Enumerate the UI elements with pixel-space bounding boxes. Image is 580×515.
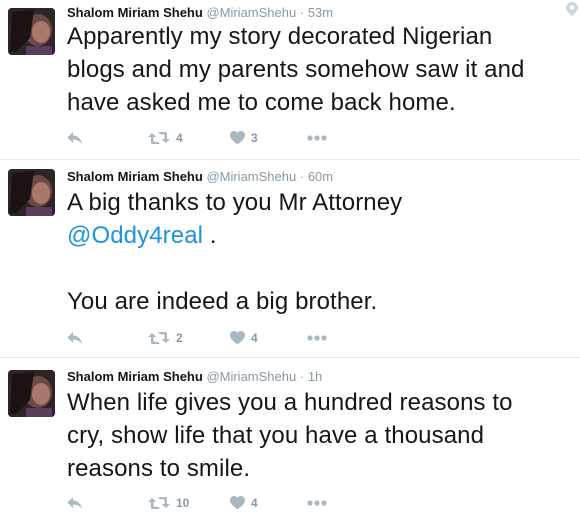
more-dots-icon [307, 335, 327, 341]
retweet-count: 4 [176, 131, 183, 145]
tweet[interactable]: Shalom Miriam Shehu @MiriamShehu · 1h Wh… [0, 358, 580, 515]
reply-icon [67, 497, 82, 509]
tweet-text-line: When life gives you a hundred reasons to [67, 389, 513, 416]
like-count: 4 [251, 496, 258, 510]
tweet-text-line: cry, show life that you have a thousand [67, 422, 485, 449]
like-button[interactable]: 3 [230, 128, 258, 148]
separator-dot: · [299, 169, 305, 184]
tweet-text-line: have asked me to come back home. [67, 89, 456, 116]
username[interactable]: @MiriamShehu [206, 5, 296, 20]
retweet-button[interactable]: 2 [148, 328, 183, 348]
avatar[interactable] [8, 370, 55, 417]
tweet-text: When life gives you a hundred reasons to… [67, 386, 570, 485]
reply-icon [67, 332, 82, 344]
retweet-icon [148, 497, 170, 509]
retweet-button[interactable]: 10 [148, 493, 189, 513]
username[interactable]: @MiriamShehu [206, 169, 296, 184]
more-button[interactable] [307, 128, 327, 148]
more-button[interactable] [307, 328, 327, 348]
tweet-text-fragment: . [203, 222, 217, 249]
timestamp[interactable]: 53m [308, 5, 333, 20]
tweet-text-line: A big thanks to you Mr Attorney [67, 189, 403, 216]
avatar[interactable] [8, 169, 55, 216]
retweet-icon [148, 132, 170, 144]
tweet-text-line: Apparently my story decorated Nigerian [67, 23, 493, 50]
tweet[interactable]: Shalom Miriam Shehu @MiriamShehu · 53m A… [0, 0, 580, 160]
fullname[interactable]: Shalom Miriam Shehu [67, 5, 203, 20]
like-button[interactable]: 4 [230, 328, 258, 348]
heart-icon [230, 331, 245, 345]
avatar[interactable] [8, 8, 55, 55]
retweet-count: 2 [176, 331, 183, 345]
tweet-text-line: reasons to smile. [67, 455, 251, 482]
tweet-actions: 10 4 [67, 493, 367, 513]
like-button[interactable]: 4 [230, 493, 258, 513]
separator-dot: · [299, 369, 305, 384]
tweet-actions: 2 4 [67, 328, 367, 348]
tweet-text: A big thanks to you Mr Attorney @Oddy4re… [67, 186, 570, 318]
tweet-text-line: @Oddy4real . [67, 219, 570, 252]
heart-icon [230, 131, 245, 145]
fullname[interactable]: Shalom Miriam Shehu [67, 369, 203, 384]
mention-link[interactable]: @Oddy4real [67, 222, 203, 249]
reply-icon [67, 132, 82, 144]
fullname[interactable]: Shalom Miriam Shehu [67, 169, 203, 184]
tweet-text-blank-line [67, 252, 570, 285]
reply-button[interactable] [67, 128, 83, 148]
more-dots-icon [307, 135, 327, 141]
tweet-actions: 4 3 [67, 128, 367, 148]
tweet-header: Shalom Miriam Shehu @MiriamShehu · 1h [67, 368, 570, 386]
location-pin-icon[interactable] [566, 2, 578, 16]
reply-button[interactable] [67, 328, 83, 348]
reply-button[interactable] [67, 493, 83, 513]
tweet-text: Apparently my story decorated Nigerian b… [67, 20, 570, 119]
timestamp[interactable]: 1h [308, 369, 322, 384]
like-count: 3 [251, 131, 258, 145]
tweet[interactable]: Shalom Miriam Shehu @MiriamShehu · 60m A… [0, 160, 580, 358]
retweet-icon [148, 332, 170, 344]
tweet-header: Shalom Miriam Shehu @MiriamShehu · 60m [67, 168, 570, 186]
retweet-button[interactable]: 4 [148, 128, 183, 148]
separator-dot: · [299, 5, 305, 20]
more-dots-icon [307, 500, 327, 506]
tweet-text-line: blogs and my parents somehow saw it and [67, 56, 525, 83]
timestamp[interactable]: 60m [308, 169, 333, 184]
like-count: 4 [251, 331, 258, 345]
retweet-count: 10 [176, 496, 190, 510]
username[interactable]: @MiriamShehu [206, 369, 296, 384]
heart-icon [230, 496, 245, 510]
timeline: Shalom Miriam Shehu @MiriamShehu · 53m A… [0, 0, 580, 515]
more-button[interactable] [307, 493, 327, 513]
tweet-text-line: You are indeed a big brother. [67, 288, 378, 315]
